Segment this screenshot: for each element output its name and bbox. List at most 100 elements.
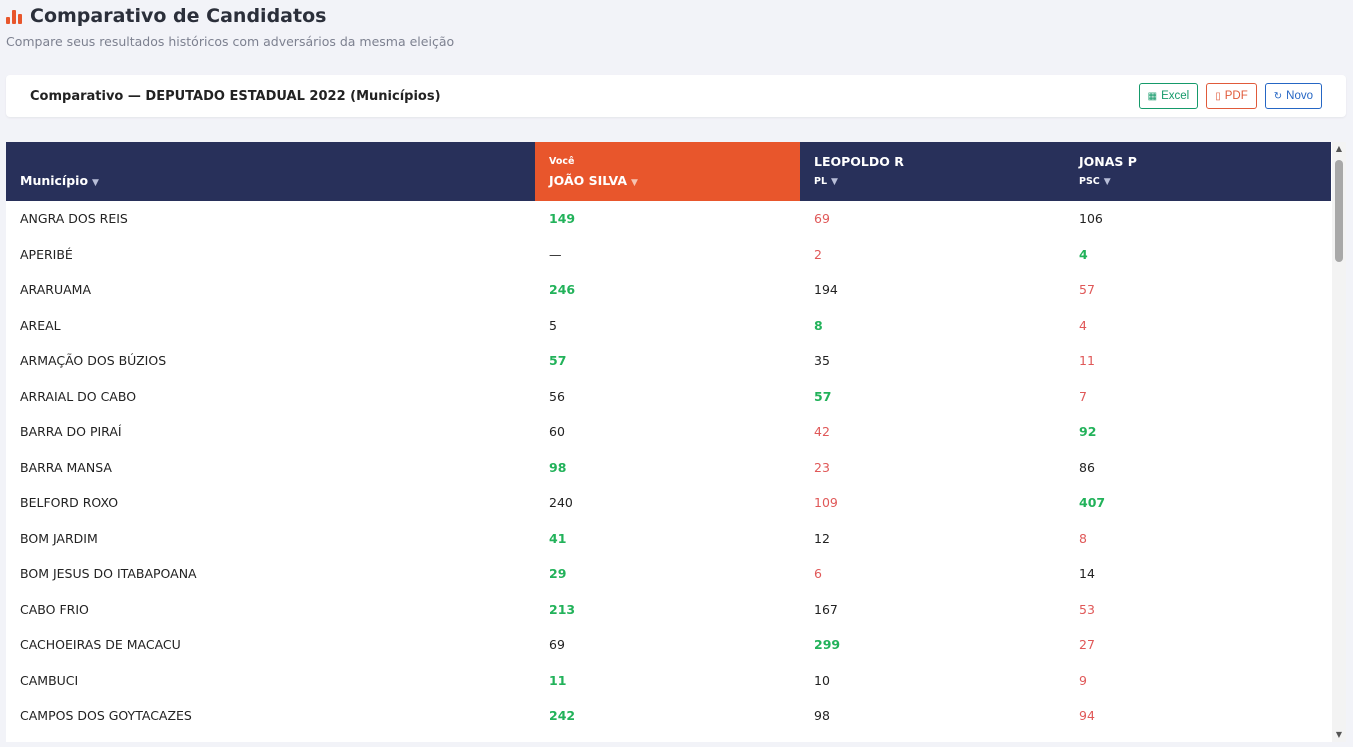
comparison-title: Comparativo — DEPUTADO ESTADUAL 2022 (Mu…	[30, 88, 441, 104]
municipio-cell: BARRA DO PIRAÍ	[20, 424, 122, 439]
scroll-up-icon[interactable]: ▲	[1332, 142, 1346, 156]
votes-cell: 69	[814, 211, 830, 226]
votes-cell: 4	[1079, 246, 1088, 262]
votes-cell: 35	[814, 353, 830, 368]
votes-cell: 53	[1079, 601, 1095, 617]
sort-arrow-icon: ▼	[1103, 177, 1111, 187]
votes-cell: 69	[549, 637, 565, 652]
votes-cell: 12	[814, 530, 830, 546]
table-row[interactable]: BARRA MANSA 98 23 86	[6, 450, 1331, 486]
municipio-cell: AREAL	[20, 317, 61, 333]
column-header-municipio[interactable]: Município ▼	[6, 142, 535, 201]
table-row[interactable]: ANGRA DOS REIS 149 69 106	[6, 201, 1331, 237]
table-row[interactable]: CABO FRIO 213 167 53	[6, 592, 1331, 628]
column-header-candidate-1[interactable]: LEOPOLDO R PL ▼	[800, 142, 1065, 201]
municipio-cell: BARRA MANSA	[20, 459, 112, 475]
municipio-cell: CAMPOS DOS GOYTACAZES	[20, 708, 192, 723]
column-header-you[interactable]: Você JOÃO SILVA ▼	[535, 142, 800, 201]
excel-button[interactable]: ▦ Excel	[1138, 83, 1199, 109]
votes-cell: 5	[549, 317, 557, 333]
votes-cell: 2	[814, 246, 822, 262]
table-row[interactable]: CACHOEIRAS DE MACACU 69 299 27	[6, 627, 1331, 663]
votes-cell: 56	[549, 388, 565, 404]
bar-chart-icon	[6, 8, 22, 24]
pdf-file-icon: ▯	[1215, 90, 1221, 102]
votes-cell: 41	[549, 530, 567, 546]
municipio-cell: ARRAIAL DO CABO	[20, 388, 137, 404]
municipio-cell: CAMBUCI	[20, 672, 79, 688]
table-row[interactable]: CAMPOS DOS GOYTACAZES 242 98 94	[6, 698, 1331, 734]
table-row[interactable]: AREAL 5 8 4	[6, 308, 1331, 344]
votes-cell: 29	[549, 566, 567, 581]
comparison-table: Município ▼ Você JOÃO SILVA ▼ LEOPOLDO R P…	[6, 142, 1346, 742]
votes-cell: 27	[1079, 637, 1095, 652]
scroll-thumb[interactable]	[1335, 160, 1343, 262]
municipio-cell: BELFORD ROXO	[20, 495, 119, 510]
candidate-1-name: LEOPOLDO R	[814, 154, 904, 169]
votes-cell: 240	[549, 495, 573, 510]
column-header-candidate-2[interactable]: JONAS P PSC ▼	[1065, 142, 1331, 201]
votes-cell: 57	[814, 388, 832, 404]
municipio-cell: CABO FRIO	[20, 601, 89, 617]
votes-cell: 167	[814, 601, 838, 617]
page-subtitle: Compare seus resultados históricos com a…	[6, 34, 455, 49]
votes-cell: 23	[814, 459, 830, 475]
votes-cell: 98	[814, 708, 830, 723]
votes-cell: 4	[1079, 317, 1087, 333]
votes-cell: 242	[549, 708, 576, 723]
page-header: Comparativo de Candidatos Compare seus r…	[6, 4, 454, 49]
excel-label: Excel	[1161, 90, 1190, 102]
sort-arrow-icon: ▼	[631, 178, 638, 188]
votes-cell: 299	[814, 637, 841, 652]
table-row[interactable]: BELFORD ROXO 240 109 407	[6, 485, 1331, 521]
votes-cell: 106	[1079, 211, 1103, 226]
title-row: Comparativo de Candidatos	[6, 4, 454, 28]
candidate-2-party: PSC	[1079, 176, 1100, 187]
municipio-cell: ARARUAMA	[20, 282, 92, 297]
votes-cell: 194	[814, 282, 838, 297]
scrollbar[interactable]: ▲ ▼	[1332, 142, 1346, 742]
spreadsheet-icon: ▦	[1147, 90, 1158, 102]
sort-arrow-icon: ▼	[831, 177, 838, 187]
votes-cell: 11	[549, 672, 567, 688]
votes-cell: 109	[814, 495, 838, 510]
votes-cell: 14	[1079, 566, 1095, 581]
novo-button[interactable]: ↻ Novo	[1264, 83, 1322, 109]
votes-cell: 92	[1079, 424, 1097, 439]
votes-cell: 11	[1079, 353, 1095, 368]
municipio-cell: BOM JARDIM	[20, 530, 98, 546]
votes-cell: 10	[814, 672, 830, 688]
votes-cell: 86	[1079, 459, 1095, 475]
votes-cell: 6	[814, 566, 822, 581]
export-buttons: ▦ Excel ▯ PDF ↻ Novo	[1138, 83, 1322, 109]
table-row[interactable]: ARRAIAL DO CABO 56 57 7	[6, 379, 1331, 415]
municipio-cell: ARMAÇÃO DOS BÚZIOS	[20, 353, 167, 368]
scroll-down-icon[interactable]: ▼	[1332, 728, 1346, 742]
municipio-cell: APERIBÉ	[20, 246, 73, 262]
table-row[interactable]: CAMBUCI 11 10 9	[6, 663, 1331, 699]
table-row[interactable]: ARARUAMA 246 194 57	[6, 272, 1331, 308]
refresh-icon: ↻	[1273, 90, 1283, 102]
municipio-cell: CACHOEIRAS DE MACACU	[20, 637, 181, 652]
votes-cell: 213	[549, 601, 576, 617]
table-body: ANGRA DOS REIS 149 69 106 APERIBÉ —2 4 ARARUAMA…	[6, 201, 1331, 734]
votes-cell: 57	[1079, 282, 1095, 297]
table-row[interactable]: BOM JESUS DO ITABAPOANA 29 6 14	[6, 556, 1331, 592]
votes-cell: 98	[549, 459, 567, 475]
municipio-header-label: Município	[20, 173, 89, 188]
votes-cell: 8	[1079, 530, 1087, 546]
votes-cell: 57	[549, 353, 567, 368]
table-row[interactable]: BOM JARDIM 41 12 8	[6, 521, 1331, 557]
votes-cell: 407	[1079, 495, 1106, 510]
you-name: JOÃO SILVA	[549, 173, 627, 188]
candidate-1-party: PL	[814, 176, 828, 187]
municipio-cell: ANGRA DOS REIS	[20, 211, 128, 226]
votes-cell: 94	[1079, 708, 1095, 723]
table-header: Município ▼ Você JOÃO SILVA ▼ LEOPOLDO R P…	[6, 142, 1331, 201]
votes-cell: 42	[814, 424, 830, 439]
table-row[interactable]: BARRA DO PIRAÍ 60 42 92	[6, 414, 1331, 450]
table-row[interactable]: APERIBÉ — 2 4	[6, 237, 1331, 273]
pdf-button[interactable]: ▯ PDF	[1206, 83, 1257, 109]
comparison-toolbar: Comparativo — DEPUTADO ESTADUAL 2022 (Mu…	[6, 75, 1346, 117]
table-row[interactable]: ARMAÇÃO DOS BÚZIOS 57 35 11	[6, 343, 1331, 379]
